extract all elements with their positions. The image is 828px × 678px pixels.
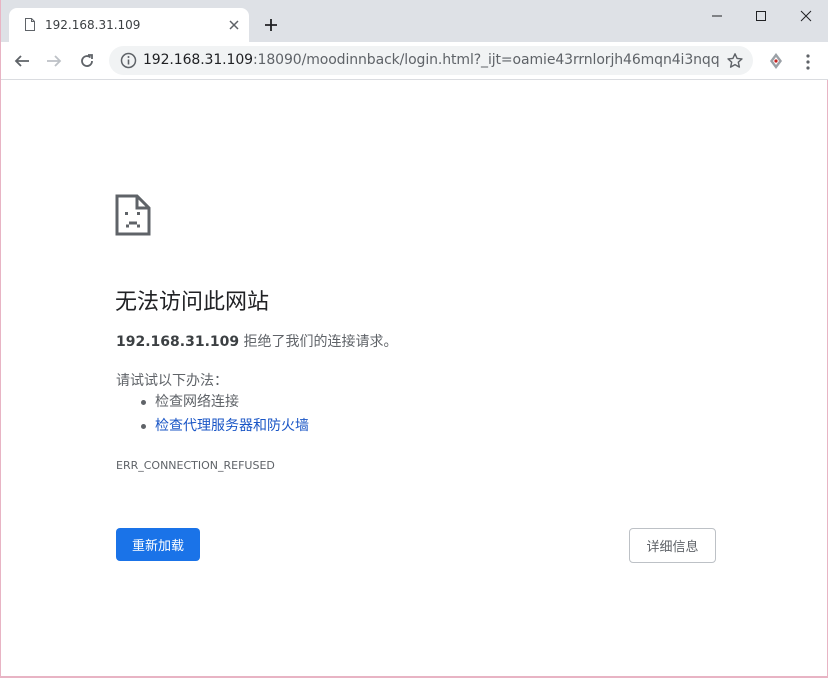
- url-text[interactable]: 192.168.31.109:18090/moodinnback/login.h…: [143, 52, 720, 68]
- url-host: 192.168.31.109: [143, 52, 253, 68]
- error-description: 192.168.31.109 拒绝了我们的连接请求。: [116, 331, 398, 351]
- extension-icon[interactable]: [767, 52, 785, 70]
- address-bar[interactable]: 192.168.31.109:18090/moodinnback/login.h…: [109, 46, 753, 75]
- error-code: ERR_CONNECTION_REFUSED: [116, 459, 275, 472]
- list-item: 检查代理服务器和防火墙: [116, 418, 309, 442]
- tab-strip: 192.168.31.109: [1, 0, 828, 42]
- page-icon: [25, 18, 35, 31]
- tab-title: 192.168.31.109: [45, 18, 141, 32]
- back-arrow-icon[interactable]: [13, 52, 31, 70]
- suggestion-check-proxy-link[interactable]: 检查代理服务器和防火墙: [155, 418, 309, 434]
- more-menu-icon[interactable]: [803, 53, 813, 71]
- new-tab-icon[interactable]: [263, 17, 279, 33]
- suggestion-check-network: 检查网络连接: [155, 394, 239, 410]
- suggestions-list: 检查网络连接 检查代理服务器和防火墙: [116, 394, 309, 442]
- bookmark-star-icon[interactable]: [726, 52, 744, 70]
- minimize-icon[interactable]: [709, 8, 725, 24]
- reload-button[interactable]: 重新加载: [116, 528, 200, 561]
- reload-icon[interactable]: [78, 52, 96, 70]
- browser-toolbar: 192.168.31.109:18090/moodinnback/login.h…: [1, 42, 828, 80]
- browser-tab[interactable]: 192.168.31.109: [9, 8, 249, 42]
- sad-page-icon: [115, 194, 151, 236]
- close-tab-icon[interactable]: [226, 17, 242, 33]
- error-message: 拒绝了我们的连接请求。: [239, 334, 398, 350]
- url-path: :18090/moodinnback/login.html?_ijt=oamie…: [252, 52, 720, 68]
- forward-arrow-icon[interactable]: [45, 52, 63, 70]
- info-icon[interactable]: [120, 52, 137, 69]
- list-item: 检查网络连接: [116, 394, 309, 418]
- close-window-icon[interactable]: [798, 8, 814, 24]
- suggestions-title: 请试试以下办法：: [116, 373, 228, 389]
- maximize-icon[interactable]: [753, 8, 769, 24]
- error-host: 192.168.31.109: [116, 334, 240, 350]
- details-button[interactable]: 详细信息: [629, 528, 716, 563]
- page-title: 无法访问此网站: [115, 290, 270, 315]
